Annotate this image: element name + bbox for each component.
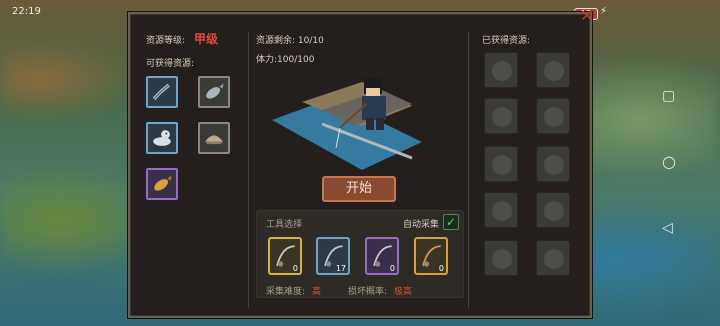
fishing-scene (262, 58, 422, 170)
obtainable-label: 可获得资源: (146, 59, 195, 69)
obtained-slot (536, 52, 570, 88)
break-value: 极高 (394, 287, 413, 297)
recents-button[interactable]: ▢ (662, 88, 675, 104)
tool-select-label: 工具选择 (266, 220, 303, 230)
obtained-slot (484, 240, 518, 276)
obtained-label: 已获得资源: (482, 36, 531, 46)
tool-count: 0 (292, 264, 298, 273)
tool-slot-1[interactable]: 0 (268, 237, 302, 275)
resource-slot-carp[interactable] (146, 168, 178, 200)
difficulty-value: 高 (312, 287, 322, 297)
resource-slot-seal[interactable] (146, 122, 178, 154)
tool-count: 17 (335, 264, 346, 273)
auto-collect-label: 自动采集 (403, 220, 440, 230)
obtained-slot (536, 98, 570, 134)
grade-label: 资源等级: (146, 36, 186, 46)
tool-count: 0 (389, 264, 395, 273)
clam-icon (205, 135, 223, 145)
divider-left (248, 32, 249, 308)
eel-icon (152, 83, 171, 101)
obtained-slot (484, 192, 518, 228)
charging-icon: ⚡ (600, 6, 608, 17)
back-button[interactable]: ◁ (662, 220, 673, 236)
resource-slot-clam[interactable] (198, 122, 230, 154)
divider-right (468, 32, 469, 308)
obtained-slot (484, 98, 518, 134)
remaining-label: 资源剩余: 10/10 (256, 36, 324, 46)
tool-slot-4[interactable]: 0 (414, 237, 448, 275)
carp-icon (154, 175, 172, 191)
difficulty-label: 采集难度: (266, 287, 306, 297)
clock: 22:19 (12, 6, 41, 17)
tool-slot-2[interactable]: 17 (316, 237, 350, 275)
fishing-character-image (272, 78, 422, 170)
resource-slot-fish-gray[interactable] (198, 76, 230, 108)
grade-value: 甲级 (194, 32, 219, 46)
resource-slot-eel[interactable] (146, 76, 178, 108)
home-button[interactable]: ○ (662, 152, 676, 171)
obtained-slot (536, 146, 570, 182)
seal-icon (153, 130, 171, 146)
obtained-slot (484, 146, 518, 182)
obtained-slot (536, 192, 570, 228)
tool-slot-3[interactable]: 0 (365, 237, 399, 275)
fish-icon (206, 83, 224, 99)
start-button[interactable]: 开始 (322, 176, 396, 202)
close-icon[interactable]: ✕ (578, 7, 596, 25)
break-label: 损坏概率: (348, 287, 388, 297)
auto-collect-checkbox[interactable]: ✓ (443, 214, 459, 230)
obtained-slot (484, 52, 518, 88)
obtained-slot (536, 240, 570, 276)
tool-count: 0 (438, 264, 444, 273)
